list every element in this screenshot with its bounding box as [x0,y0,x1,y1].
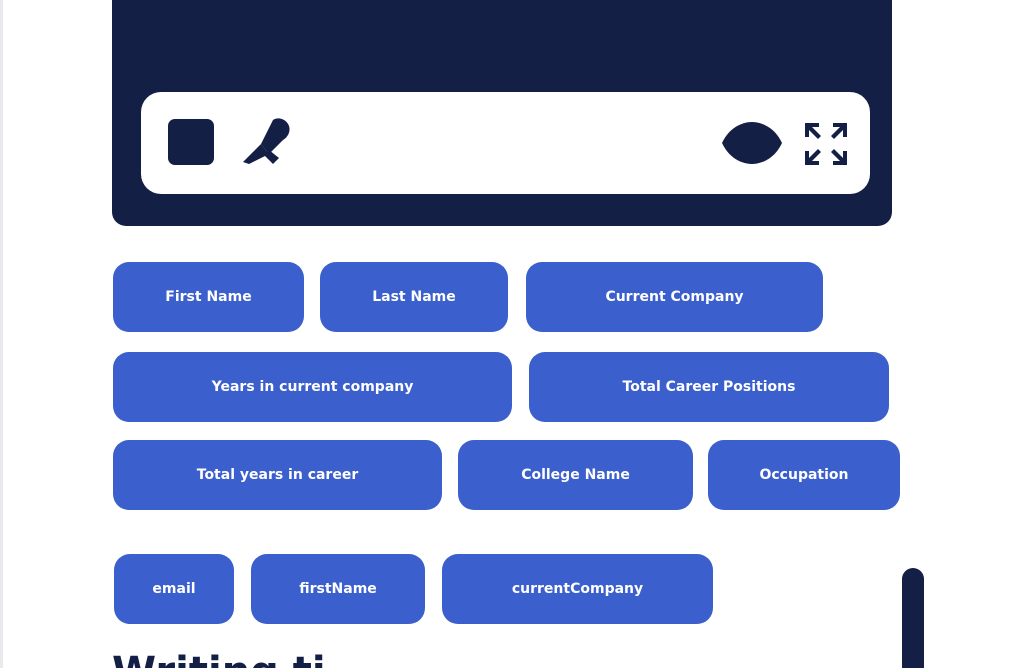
app-page: First Name Last Name Current Company Yea… [0,0,1028,668]
editor-toolbar [141,92,870,194]
pen-icon[interactable] [239,114,293,168]
chip-last-name[interactable]: Last Name [320,262,508,332]
chip-occupation[interactable]: Occupation [708,440,900,510]
chip-current-company[interactable]: Current Company [526,262,823,332]
chip-first-name[interactable]: First Name [113,262,304,332]
chip-total-career-positions[interactable]: Total Career Positions [529,352,889,422]
eye-icon[interactable] [722,122,782,164]
window-edge [0,0,3,668]
editor-scrollbar[interactable] [934,0,963,67]
chip-first-name-var[interactable]: firstName [251,554,425,624]
chip-college-name[interactable]: College Name [458,440,693,510]
stop-icon[interactable] [168,119,214,165]
chip-current-company-var[interactable]: currentCompany [442,554,713,624]
chip-email[interactable]: email [114,554,234,624]
section-heading: Writing ti [112,652,326,668]
expand-icon[interactable] [805,123,847,165]
chip-total-years-in-career[interactable]: Total years in career [113,440,442,510]
chip-years-in-current-company[interactable]: Years in current company [113,352,512,422]
page-scrollbar[interactable] [902,568,924,668]
